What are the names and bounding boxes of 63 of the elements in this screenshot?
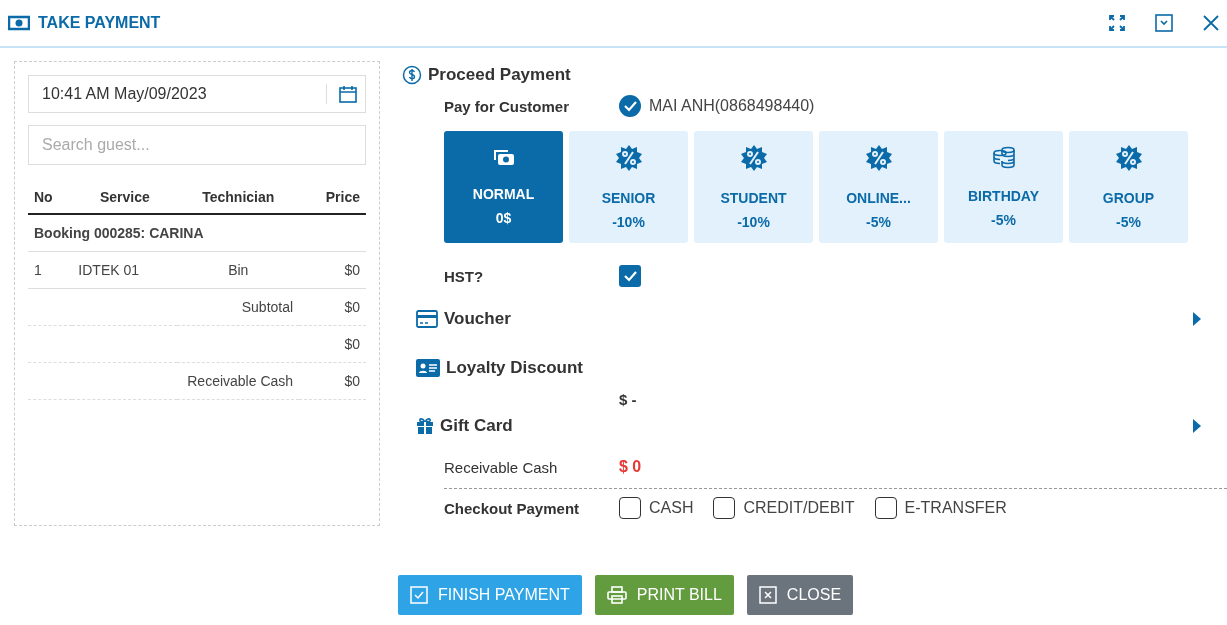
checkbox-icon bbox=[409, 586, 428, 604]
loyalty-amount: $ - bbox=[618, 391, 637, 408]
customer-option[interactable]: MAI ANH(0868498440) bbox=[619, 95, 815, 117]
gift-icon bbox=[416, 417, 434, 435]
calendar-icon bbox=[339, 85, 357, 103]
table-cell: 1 bbox=[28, 251, 73, 289]
id-card-icon bbox=[416, 359, 440, 377]
table-cell: Bin bbox=[177, 251, 300, 289]
field-label: Pay for Customer bbox=[444, 97, 571, 115]
column-header: Technician bbox=[177, 181, 300, 214]
window-title: TAKE PAYMENT bbox=[38, 14, 162, 32]
section-title: Proceed Payment bbox=[428, 65, 572, 85]
percent-badge-icon bbox=[739, 143, 768, 172]
table-cell: IDTEK 01 bbox=[72, 251, 178, 289]
receivable-amount: $ 0 bbox=[619, 458, 642, 476]
summary-value: $0 bbox=[299, 362, 366, 400]
discount-tile[interactable]: STUDENT -10% bbox=[694, 131, 813, 243]
banknote-icon bbox=[8, 15, 30, 31]
discount-tile[interactable]: GROUP -5% bbox=[1069, 131, 1188, 243]
check-icon bbox=[623, 270, 637, 282]
summary-value: $0 bbox=[299, 325, 366, 363]
discount-tile[interactable]: SENIOR -10% bbox=[569, 131, 688, 243]
hst-checkbox[interactable] bbox=[619, 265, 641, 287]
percent-badge-icon bbox=[1114, 143, 1143, 172]
caret-icon bbox=[1193, 419, 1201, 433]
discount-tile[interactable]: ONLINE... -5% bbox=[819, 131, 938, 243]
printer-icon bbox=[606, 586, 627, 604]
field-label: Checkout Payment bbox=[444, 499, 581, 517]
summary-value: $0 bbox=[299, 288, 366, 326]
booking-title: Booking 000285: CARINA bbox=[28, 214, 366, 252]
close-button[interactable] bbox=[1203, 15, 1219, 31]
summary-label: Subtotal bbox=[28, 288, 300, 326]
coins-icon bbox=[990, 145, 1017, 170]
close-box-icon bbox=[758, 586, 777, 604]
section-title: Loyalty Discount bbox=[446, 358, 584, 378]
finish-button[interactable]: FINISH PAYMENT bbox=[397, 575, 582, 615]
percent-badge-icon bbox=[614, 143, 643, 172]
field-label: HST? bbox=[444, 267, 485, 285]
dollar-circle-icon bbox=[402, 65, 422, 85]
payment-method-checkbox[interactable]: CASH bbox=[619, 497, 694, 519]
table-cell: $0 bbox=[299, 251, 366, 289]
column-header: Price bbox=[299, 181, 366, 214]
payment-method-checkbox[interactable]: CREDIT/DEBIT bbox=[713, 497, 855, 519]
section-title: Gift Card bbox=[440, 416, 514, 436]
card-icon bbox=[416, 310, 438, 328]
close-button[interactable]: CLOSE bbox=[746, 575, 854, 615]
check-icon bbox=[623, 100, 637, 112]
field-label: Receivable Cash bbox=[444, 458, 559, 476]
column-header: No bbox=[28, 181, 73, 214]
print-button[interactable]: PRINT BILL bbox=[594, 575, 734, 615]
search-field[interactable]: Search guest... bbox=[28, 125, 366, 165]
fullscreen-button[interactable] bbox=[1109, 15, 1125, 31]
caret-icon bbox=[1193, 312, 1201, 326]
minimize-button[interactable] bbox=[1155, 14, 1173, 32]
cash-icon bbox=[491, 147, 516, 168]
date-time-field[interactable]: 10:41 AM May/09/2023 bbox=[28, 75, 366, 113]
discount-tile[interactable]: NORMAL 0$ bbox=[444, 131, 563, 243]
discount-tile[interactable]: BIRTHDAY -5% bbox=[944, 131, 1063, 243]
summary-label: Receivable Cash bbox=[28, 362, 300, 400]
payment-method-checkbox[interactable]: E-TRANSFER bbox=[874, 497, 1007, 519]
percent-badge-icon bbox=[864, 143, 893, 172]
section-title: Voucher bbox=[444, 309, 512, 329]
column-header: Service bbox=[72, 181, 178, 214]
